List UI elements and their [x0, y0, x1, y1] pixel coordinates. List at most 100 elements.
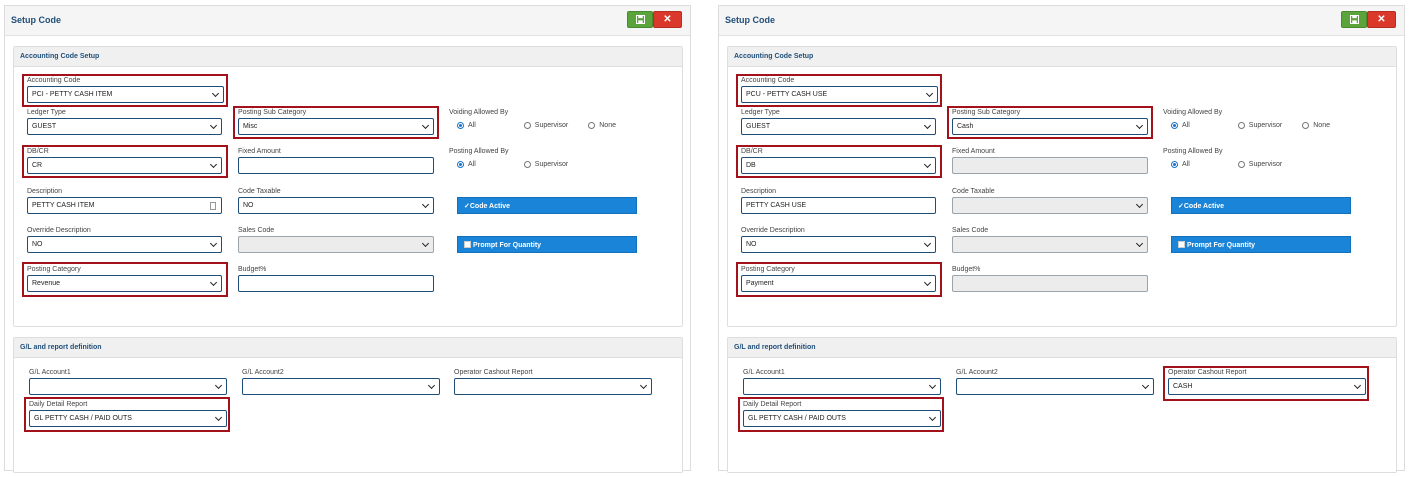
- dbcr-select[interactable]: DB: [741, 157, 936, 174]
- fixed-amount-label: Fixed Amount: [952, 148, 995, 155]
- code-taxable-label: Code Taxable: [238, 188, 281, 195]
- voiding-allowed-label: Voiding Allowed By: [449, 109, 509, 116]
- notes-icon[interactable]: [210, 202, 216, 210]
- accounting-code-field: Accounting Code PCI - PETTY CASH ITEM: [27, 77, 224, 103]
- posting-sub-category-field: Posting Sub Category Cash: [952, 109, 1148, 135]
- accounting-code-label: Accounting Code: [27, 77, 81, 84]
- gl-account2-select[interactable]: [956, 378, 1154, 395]
- posting-allowed-label: Posting Allowed By: [449, 148, 509, 155]
- prompt-quantity-toggle[interactable]: Prompt For Quantity: [1171, 236, 1351, 253]
- sales-code-field: Sales Code: [238, 227, 434, 253]
- accounting-code-setup-panel: Accounting Code Setup Accounting Code PC…: [13, 46, 683, 327]
- operator-cashout-select[interactable]: CASH: [1168, 378, 1366, 395]
- gl-account2-select[interactable]: [242, 378, 440, 395]
- posting-supervisor-radio[interactable]: Supervisor: [523, 161, 568, 168]
- dbcr-select[interactable]: CR: [27, 157, 222, 174]
- dbcr-label: DB/CR: [27, 148, 49, 155]
- sales-code-select[interactable]: [952, 236, 1148, 253]
- budget-field: Budget%: [238, 266, 434, 292]
- voiding-all-radio[interactable]: All: [1171, 122, 1190, 129]
- gl-report-panel: G/L and report definition G/L Account1 G…: [13, 337, 683, 473]
- voiding-all-radio[interactable]: All: [457, 122, 476, 129]
- ledger-type-label: Ledger Type: [741, 109, 780, 116]
- daily-detail-select[interactable]: GL PETTY CASH / PAID OUTS: [29, 410, 227, 427]
- accounting-code-select[interactable]: PCI - PETTY CASH ITEM: [27, 86, 224, 103]
- window-title: Setup Code: [11, 15, 62, 25]
- description-input[interactable]: PETTY CASH USE: [741, 197, 936, 214]
- budget-input[interactable]: [238, 275, 434, 292]
- accounting-code-field: Accounting Code PCU - PETTY CASH USE: [741, 77, 938, 103]
- voiding-supervisor-radio[interactable]: Supervisor: [1237, 122, 1282, 129]
- operator-cashout-select[interactable]: [454, 378, 652, 395]
- override-description-field: Override Description NO: [27, 227, 222, 253]
- dbcr-label: DB/CR: [741, 148, 763, 155]
- operator-cashout-label: Operator Cashout Report: [454, 369, 533, 376]
- radio-label: All: [1182, 122, 1190, 129]
- dbcr-field: DB/CR DB: [741, 148, 936, 174]
- gl-account1-field: G/L Account1: [743, 369, 941, 395]
- sales-code-label: Sales Code: [238, 227, 275, 234]
- fixed-amount-field: Fixed Amount: [238, 148, 434, 174]
- voiding-none-radio[interactable]: None: [588, 122, 616, 129]
- daily-detail-label: Daily Detail Report: [743, 401, 802, 408]
- gl-account2-label: G/L Account2: [956, 369, 998, 376]
- fixed-amount-input[interactable]: [952, 157, 1148, 174]
- radio-label: All: [1182, 161, 1190, 168]
- posting-allowed-field: Posting Allowed By All Supervisor: [449, 148, 649, 168]
- budget-input[interactable]: [952, 275, 1148, 292]
- gl-account1-label: G/L Account1: [743, 369, 785, 376]
- fixed-amount-field: Fixed Amount: [952, 148, 1148, 174]
- posting-category-select[interactable]: Revenue: [27, 275, 222, 292]
- description-label: Description: [741, 188, 777, 195]
- ledger-type-field: Ledger Type GUEST: [27, 109, 222, 135]
- voiding-supervisor-radio[interactable]: Supervisor: [523, 122, 569, 129]
- setup-code-window-right: Setup Code ✕ Accounting Code Setup Accou…: [718, 5, 1405, 473]
- daily-detail-select[interactable]: GL PETTY CASH / PAID OUTS: [743, 410, 941, 427]
- override-description-select[interactable]: NO: [27, 236, 222, 253]
- fixed-amount-input[interactable]: [238, 157, 434, 174]
- posting-sub-category-select[interactable]: Cash: [952, 118, 1148, 135]
- close-icon: ✕: [663, 14, 672, 25]
- radio-label: None: [1313, 122, 1330, 129]
- operator-cashout-field: Operator Cashout Report: [454, 369, 652, 395]
- posting-category-label: Posting Category: [741, 266, 795, 273]
- description-input[interactable]: PETTY CASH ITEM: [27, 197, 222, 214]
- code-active-toggle[interactable]: ✓Code Active: [457, 197, 637, 214]
- section-heading: G/L and report definition: [14, 338, 682, 358]
- ledger-type-select[interactable]: GUEST: [741, 118, 936, 135]
- gl-account1-select[interactable]: [743, 378, 941, 395]
- dbcr-field: DB/CR CR: [27, 148, 222, 174]
- close-button[interactable]: ✕: [653, 11, 682, 28]
- save-button[interactable]: [1341, 11, 1367, 28]
- override-description-select[interactable]: NO: [741, 236, 936, 253]
- posting-all-radio[interactable]: All: [1171, 161, 1190, 168]
- gl-account1-label: G/L Account1: [29, 369, 71, 376]
- posting-sub-category-select[interactable]: Misc: [238, 118, 434, 135]
- posting-allowed-field: Posting Allowed By All Supervisor: [1163, 148, 1363, 168]
- save-button[interactable]: [627, 11, 653, 28]
- posting-category-field: Posting Category Revenue: [27, 266, 222, 292]
- voiding-none-radio[interactable]: None: [1302, 122, 1330, 129]
- description-field: Description PETTY CASH ITEM: [27, 188, 222, 214]
- code-active-toggle[interactable]: ✓Code Active: [1171, 197, 1351, 214]
- ledger-type-select[interactable]: GUEST: [27, 118, 222, 135]
- save-icon: [635, 15, 645, 24]
- accounting-code-select[interactable]: PCU - PETTY CASH USE: [741, 86, 938, 103]
- sales-code-select[interactable]: [238, 236, 434, 253]
- gl-account1-select[interactable]: [29, 378, 227, 395]
- description-label: Description: [27, 188, 63, 195]
- code-taxable-select[interactable]: NO: [238, 197, 434, 214]
- close-icon: ✕: [1377, 14, 1386, 25]
- posting-supervisor-radio[interactable]: Supervisor: [1237, 161, 1282, 168]
- posting-category-select[interactable]: Payment: [741, 275, 936, 292]
- prompt-quantity-toggle[interactable]: Prompt For Quantity: [457, 236, 637, 253]
- window-header: Setup Code ✕: [5, 6, 690, 36]
- daily-detail-field: Daily Detail Report GL PETTY CASH / PAID…: [743, 401, 941, 427]
- sales-code-field: Sales Code: [952, 227, 1148, 253]
- code-taxable-select[interactable]: [952, 197, 1148, 214]
- close-button[interactable]: ✕: [1367, 11, 1396, 28]
- radio-label: Supervisor: [534, 122, 569, 129]
- operator-cashout-label: Operator Cashout Report: [1168, 369, 1247, 376]
- posting-all-radio[interactable]: All: [457, 161, 476, 168]
- checkbox-icon: [1178, 241, 1185, 248]
